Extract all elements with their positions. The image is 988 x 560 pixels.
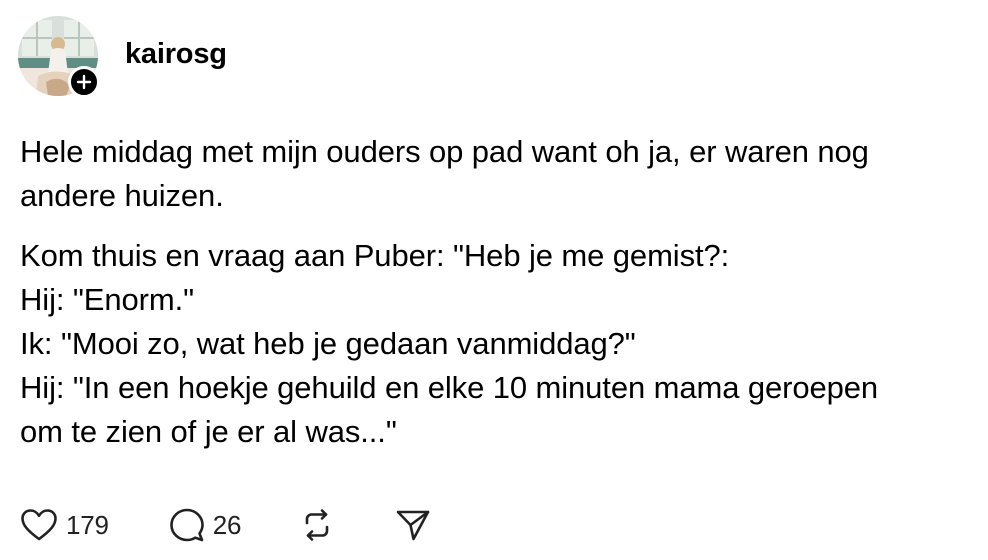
share-button[interactable] [395,507,431,543]
comment-icon [169,508,204,542]
repost-icon [306,509,329,541]
send-icon [397,510,430,541]
follow-button[interactable] [68,66,100,98]
text-line: andere huizen. [20,178,224,213]
reply-count: 26 [212,509,242,540]
text-line: Hele middag met mijn ouders op pad want … [20,134,869,169]
heart-icon [21,509,57,541]
text-line: Ik: "Mooi zo, wat heb je gedaan vanmidda… [20,326,636,361]
text-line: Hij: "Enorm." [20,282,195,317]
post-actions: 179 26 [20,503,431,547]
post-paragraph: Hele middag met mijn ouders op pad want … [20,130,970,218]
text-line: Hij: "In een hoekje gehuild en elke 10 m… [20,370,879,405]
thread-post: kairosg Hele middag met mijn ouders op p… [0,0,988,560]
reply-button[interactable]: 26 [169,507,242,543]
repost-button[interactable] [299,507,335,543]
text-line: om te zien of je er al was..." [20,414,397,449]
plus-icon [76,74,92,90]
text-line: Kom thuis en vraag aan Puber: "Heb je me… [20,238,730,273]
author-avatar-group[interactable] [18,16,100,98]
like-button[interactable]: 179 [20,508,109,542]
post-paragraph: Kom thuis en vraag aan Puber: "Heb je me… [20,234,970,454]
like-count: 179 [66,509,109,540]
post-text: Hele middag met mijn ouders op pad want … [20,130,970,454]
author-username[interactable]: kairosg [125,38,227,71]
